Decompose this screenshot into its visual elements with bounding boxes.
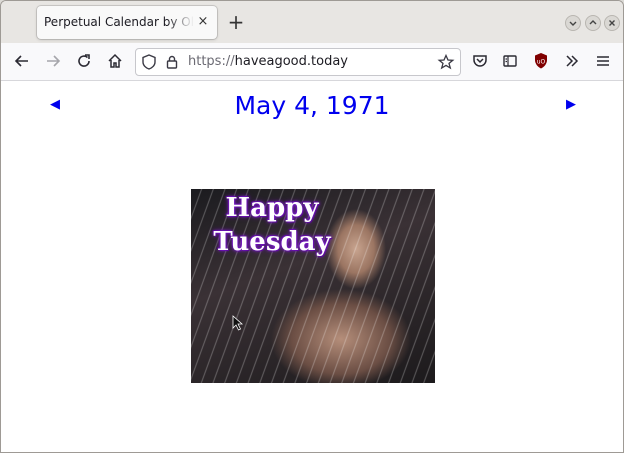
close-window-button[interactable] bbox=[604, 15, 620, 31]
bookmark-star-icon[interactable] bbox=[437, 53, 455, 71]
url-bar[interactable]: https://haveagood.today bbox=[135, 48, 461, 76]
navigation-toolbar: https://haveagood.today uO bbox=[1, 43, 623, 81]
pocket-icon bbox=[473, 55, 487, 67]
reload-icon bbox=[78, 54, 90, 67]
home-button[interactable] bbox=[104, 50, 126, 72]
chevron-down-icon bbox=[569, 21, 577, 26]
arrow-left-icon bbox=[14, 55, 28, 67]
maximize-button[interactable] bbox=[585, 15, 601, 31]
tab-title: Perpetual Calendar by Olia L bbox=[44, 15, 194, 29]
chevron-up-icon bbox=[589, 20, 597, 25]
ublock-shield-icon: uO bbox=[535, 53, 547, 69]
svg-text:uO: uO bbox=[537, 59, 546, 66]
previous-day-arrow[interactable]: ◀ bbox=[47, 97, 63, 113]
url-host: haveagood.today bbox=[234, 54, 348, 69]
lock-icon[interactable] bbox=[163, 53, 181, 71]
greeting-line-1: Happy bbox=[225, 193, 319, 223]
greeting-text: Happy Tuesday bbox=[197, 191, 347, 259]
mouse-cursor-icon bbox=[232, 315, 244, 331]
reader-sidebar-button[interactable] bbox=[499, 50, 521, 72]
tab-close-icon[interactable]: × bbox=[195, 14, 211, 30]
close-icon bbox=[609, 20, 615, 26]
greeting-line-2: Tuesday bbox=[213, 227, 331, 257]
minimize-button[interactable] bbox=[565, 15, 581, 31]
ublock-button[interactable]: uO bbox=[530, 50, 552, 72]
tab-active[interactable]: Perpetual Calendar by Olia L × bbox=[37, 6, 217, 39]
pocket-button[interactable] bbox=[469, 50, 491, 72]
new-tab-button[interactable]: + bbox=[226, 12, 246, 32]
url-scheme: https:// bbox=[188, 54, 235, 69]
overflow-button[interactable] bbox=[561, 50, 583, 72]
hamburger-menu-icon bbox=[597, 56, 609, 66]
greeting-image: Happy Tuesday bbox=[191, 189, 435, 383]
sidebar-icon bbox=[503, 55, 517, 67]
page-content: ◀ May 4, 1971 ▶ Happy Tuesday bbox=[1, 81, 623, 452]
url-text[interactable]: https://haveagood.today bbox=[188, 54, 348, 69]
arrow-right-icon bbox=[47, 55, 61, 67]
reload-button[interactable] bbox=[73, 50, 95, 72]
menu-button[interactable] bbox=[592, 50, 614, 72]
next-day-arrow[interactable]: ▶ bbox=[563, 97, 579, 113]
double-chevron-right-icon bbox=[566, 55, 579, 67]
date-title: May 4, 1971 bbox=[234, 91, 390, 120]
home-icon bbox=[108, 53, 122, 68]
browser-window: Perpetual Calendar by Olia L × + bbox=[0, 0, 624, 453]
back-button[interactable] bbox=[11, 50, 33, 72]
tab-strip: Perpetual Calendar by Olia L × + bbox=[1, 1, 623, 43]
shield-icon[interactable] bbox=[140, 53, 158, 71]
forward-button[interactable] bbox=[42, 50, 64, 72]
